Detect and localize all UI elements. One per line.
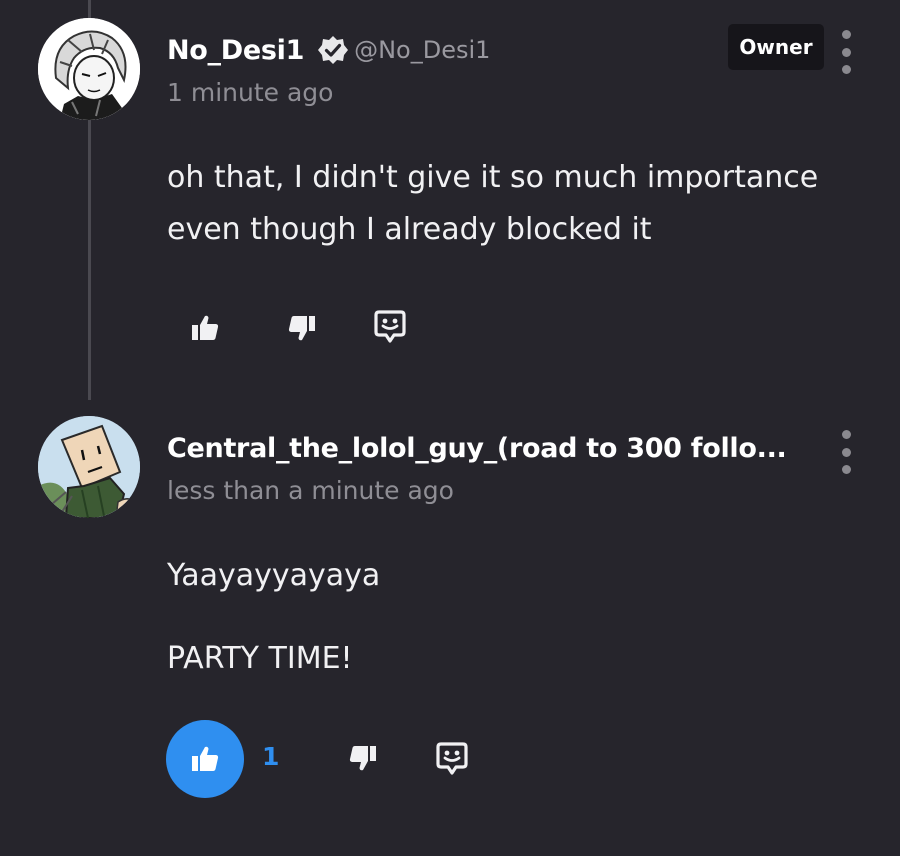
comment-body: oh that, I didn't give it so much import… (167, 152, 818, 256)
like-button-active[interactable] (166, 720, 244, 798)
comment: No_Desi1 @No_Desi1 1 minute ago Owner oh… (0, 0, 900, 400)
reply-button[interactable] (370, 306, 410, 348)
like-button[interactable] (186, 309, 224, 347)
reply-button[interactable] (432, 738, 472, 780)
comment-body-line: even though I already blocked it (167, 212, 652, 247)
dislike-button[interactable] (344, 739, 382, 777)
thumbs-up-icon (192, 315, 219, 340)
thumbs-up-icon (192, 746, 219, 771)
comment-header: Central_the_lolol_guy_(road to 300 follo… (167, 428, 787, 468)
more-options-icon[interactable] (836, 430, 856, 474)
reply-icon (436, 742, 468, 775)
comment-header: No_Desi1 @No_Desi1 (167, 30, 490, 70)
avatar-image (38, 18, 140, 120)
dislike-button[interactable] (283, 309, 321, 347)
reply-icon (374, 310, 406, 343)
avatar[interactable] (38, 416, 140, 518)
comment-body-paragraph: Yaayayyayaya (167, 558, 381, 593)
user-handle[interactable]: @No_Desi1 (354, 36, 490, 64)
comment-timestamp: 1 minute ago (167, 78, 334, 107)
thumbs-down-icon (349, 746, 376, 771)
verified-badge-icon (318, 35, 349, 65)
like-count: 1 (262, 742, 280, 771)
avatar-image (38, 416, 140, 518)
comment-body-line: oh that, I didn't give it so much import… (167, 160, 819, 195)
username[interactable]: Central_the_lolol_guy_(road to 300 follo… (167, 433, 787, 464)
comment-body-paragraph: PARTY TIME! (167, 641, 353, 676)
more-options-icon[interactable] (836, 30, 856, 74)
comment-timestamp: less than a minute ago (167, 476, 454, 505)
thumbs-down-icon (288, 316, 315, 341)
avatar[interactable] (38, 18, 140, 120)
comment: Central_the_lolol_guy_(road to 300 follo… (0, 400, 900, 856)
username[interactable]: No_Desi1 (167, 35, 304, 66)
owner-badge: Owner (728, 24, 824, 70)
